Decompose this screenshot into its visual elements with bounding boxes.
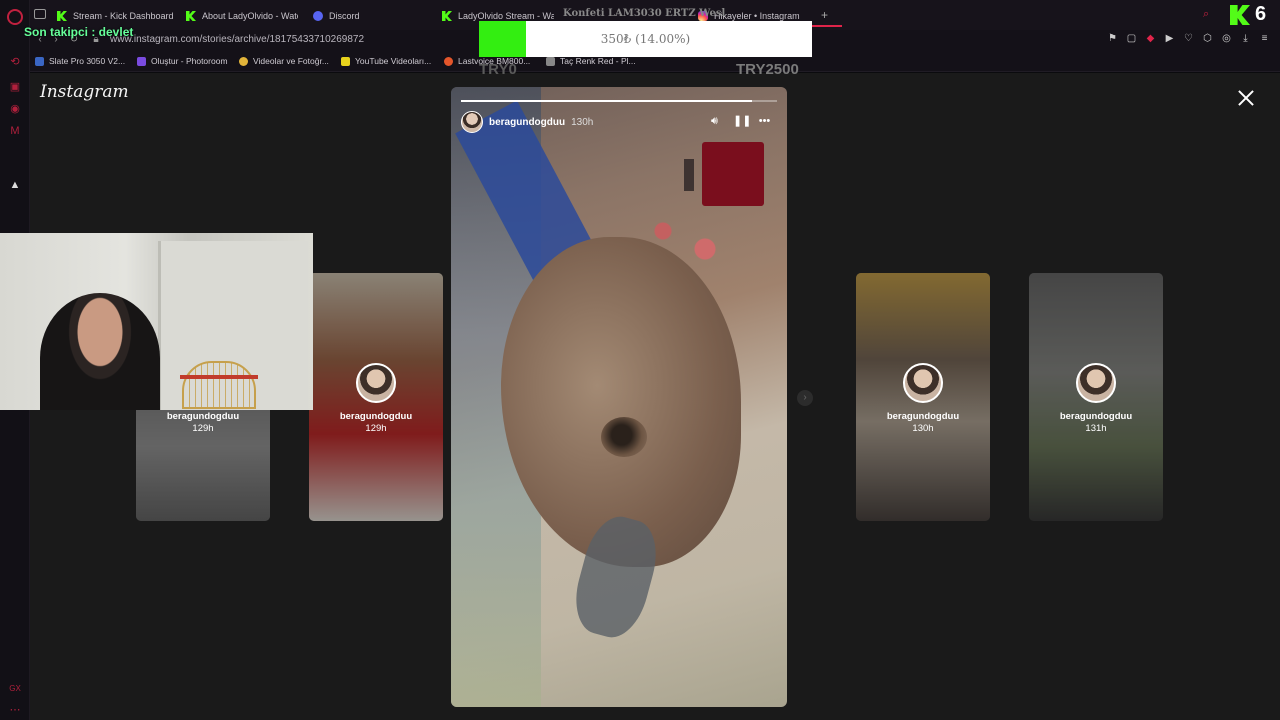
opera-gx-logo-icon[interactable] [7, 9, 23, 25]
kick-icon [57, 11, 67, 21]
bookmark-favicon-icon [341, 56, 350, 66]
streamer-webcam [0, 233, 313, 410]
avatar [903, 363, 943, 403]
menu-icon[interactable]: ≡ [1259, 33, 1270, 45]
card-username: beragundogduu [1059, 411, 1133, 422]
bookmark-label: Taç Renk Red - Pl... [560, 56, 636, 66]
story-header: beragundogduu 130h [461, 111, 593, 133]
more-options-icon[interactable]: ••• [758, 115, 771, 128]
bookmark-tac-renk[interactable]: Taç Renk Red - Pl... [546, 56, 636, 66]
story-card-next-2[interactable]: beragundogduu 131h [1029, 273, 1163, 521]
search-icon[interactable]: ⌕ [1203, 8, 1209, 21]
story-controls: 🔊︎ ❚❚ ••• [708, 115, 771, 128]
player-icon[interactable]: ▶ [1164, 33, 1175, 45]
instagram-logo[interactable]: Instagram [40, 82, 129, 102]
card-time: 129h [365, 423, 387, 434]
profile-icon[interactable]: ◎ [1221, 33, 1232, 45]
kick-icon [442, 11, 452, 21]
card-time: 131h [1085, 423, 1107, 434]
kick-viewer-count: 6 [1255, 3, 1267, 25]
tab-label: Stream - Kick Dashboard [73, 11, 174, 21]
donation-goal-bar: 350₺ (14.00%) [479, 21, 812, 57]
story-progress-bar [461, 100, 777, 102]
bookmark-slate-pro[interactable]: Slate Pro 3050 V2... [35, 56, 125, 66]
donation-goal-max: TRY2500 [736, 61, 799, 78]
card-time: 130h [912, 423, 934, 434]
toolbar-icons: ⚑ ▢ ◆ ▶ ♡ ⬡ ◎ ⤓ ≡ [1107, 33, 1270, 45]
bookmark-icon[interactable]: ⚑ [1107, 33, 1118, 45]
kick-icon [186, 11, 196, 21]
bookmark-videolar[interactable]: Videolar ve Fotoğr... [239, 56, 329, 66]
bookmark-favicon-icon [35, 56, 44, 66]
tab-manager-icon[interactable] [34, 9, 46, 19]
story-image-eye [601, 417, 647, 457]
tab-label: Discord [329, 11, 360, 21]
new-tab-icon[interactable]: + [821, 8, 828, 22]
bookmark-label: Videolar ve Fotoğr... [253, 56, 329, 66]
avatar [356, 363, 396, 403]
alert-ticker: Konfeti LAM3030 ERTZ Wesl [563, 8, 726, 19]
story-username[interactable]: beragundogduu [489, 117, 565, 128]
bookmark-label: Oluştur - Photoroom [151, 56, 228, 66]
shopping-icon[interactable]: ▣ [8, 80, 22, 94]
history-icon[interactable]: ⟲ [8, 55, 22, 69]
avatar [1076, 363, 1116, 403]
heart-icon[interactable]: ♡ [1183, 33, 1194, 45]
music-sticker-label [684, 159, 694, 191]
bookmark-favicon-icon [546, 56, 555, 66]
gx-corner-icon[interactable]: GX [8, 682, 22, 696]
next-story-icon[interactable]: › [797, 390, 813, 406]
donation-goal-min: TRY0 [479, 61, 517, 78]
active-story[interactable]: beragundogduu 130h 🔊︎ ❚❚ ••• [451, 87, 787, 707]
tab-discord[interactable]: Discord [313, 6, 423, 26]
bookmark-favicon-icon [444, 56, 453, 66]
bookmark-photoroom[interactable]: Oluştur - Photoroom [137, 56, 228, 66]
bookmark-label: YouTube Videoları... [355, 56, 432, 66]
screen: ⟲ ▣ ◉ M ▲ GX ⋯ Stream - Kick Dashboard A… [0, 0, 1280, 720]
snapshot-icon[interactable]: ▢ [1126, 33, 1137, 45]
tab-label: Hikayeler • Instagram [714, 11, 800, 21]
bookmark-favicon-icon [239, 56, 248, 66]
music-sticker[interactable] [702, 142, 764, 206]
story-progress-fill [461, 100, 752, 102]
webcam-birdcage-base [180, 375, 258, 379]
more-icon[interactable]: ⋯ [8, 703, 22, 717]
download-icon[interactable]: ⤓ [1240, 33, 1251, 45]
shield-icon[interactable]: ◆ [1145, 33, 1156, 45]
webcam-streamer [40, 293, 160, 410]
tab-label: LadyOlvido Stream - Wat [458, 11, 554, 21]
donation-goal-text: 350₺ (14.00%) [600, 32, 691, 46]
card-username: beragundogduu [166, 411, 240, 422]
tab-kick-dashboard[interactable]: Stream - Kick Dashboard [57, 6, 182, 26]
story-time: 130h [571, 116, 594, 128]
pause-icon[interactable]: ❚❚ [733, 115, 751, 128]
gmail-icon[interactable]: M [8, 124, 22, 138]
card-time: 129h [192, 423, 214, 434]
card-username: beragundogduu [339, 411, 413, 422]
card-username: beragundogduu [886, 411, 960, 422]
extensions-icon[interactable]: ⬡ [1202, 33, 1213, 45]
messenger-icon[interactable]: ◉ [8, 102, 22, 116]
bookmark-youtube[interactable]: YouTube Videoları... [341, 56, 431, 66]
volume-icon[interactable]: 🔊︎ [708, 115, 721, 128]
bookmark-favicon-icon [137, 56, 146, 66]
webcam-birdcage [182, 361, 256, 409]
avatar[interactable] [461, 111, 483, 133]
discord-icon [313, 11, 323, 21]
last-follower-overlay: Son takipci : devlet [24, 25, 134, 39]
story-card-next-1[interactable]: beragundogduu 130h [856, 273, 990, 521]
tab-about-ladyolvido[interactable]: About LadyOlvido - Watc [186, 6, 298, 26]
close-icon[interactable] [1236, 88, 1256, 108]
url-field[interactable]: www.instagram.com/stories/archive/181754… [110, 34, 364, 45]
bookmark-label: Slate Pro 3050 V2... [49, 56, 126, 66]
story-card-prev-1[interactable]: beragundogduu 129h [309, 273, 443, 521]
tab-label: About LadyOlvido - Watc [202, 11, 298, 21]
aria-icon[interactable]: ▲ [8, 178, 22, 192]
